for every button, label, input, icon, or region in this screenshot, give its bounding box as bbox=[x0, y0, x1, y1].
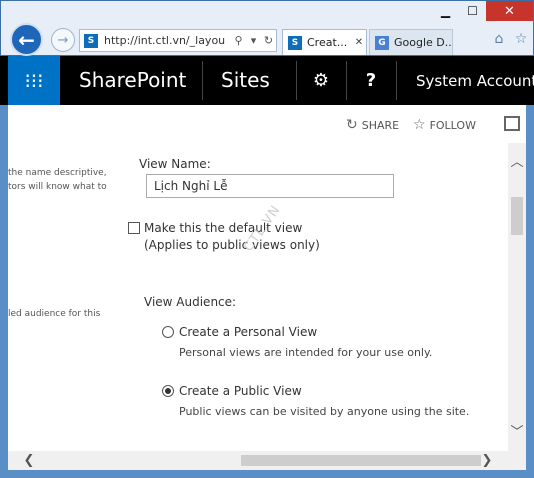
window-frame-left bbox=[0, 105, 8, 478]
divider bbox=[396, 61, 397, 100]
divider bbox=[202, 61, 203, 100]
public-view-radio[interactable] bbox=[162, 385, 174, 397]
forward-button[interactable]: → bbox=[51, 28, 75, 52]
help-icon: ? bbox=[365, 70, 377, 91]
ribbon-actions: ↻ SHARE ☆ FOLLOW bbox=[8, 105, 526, 143]
scroll-right-icon[interactable]: ❯ bbox=[478, 451, 496, 470]
view-name-input[interactable]: Lịch Nghỉ Lễ bbox=[146, 174, 394, 198]
tab-title: Google D... bbox=[394, 36, 452, 49]
browser-chrome: ▁ ☐ ✕ ← → S http://int.ctl.vn/_layou ⚲ ▾… bbox=[0, 0, 534, 56]
view-audience-label: View Audience: bbox=[144, 295, 237, 309]
address-bar[interactable]: S http://int.ctl.vn/_layou ⚲ ▾ ↻ bbox=[79, 29, 277, 52]
settings-button[interactable]: ⚙ bbox=[297, 56, 345, 105]
forward-arrow-icon: → bbox=[57, 32, 69, 48]
default-view-checkbox[interactable] bbox=[128, 222, 140, 234]
gear-icon: ⚙ bbox=[312, 70, 330, 91]
tab-google-docs[interactable]: G Google D... bbox=[369, 29, 453, 55]
window-controls: ▁ ☐ ✕ bbox=[432, 1, 533, 22]
waffle-grid-icon: ⁝⁝⁝ bbox=[24, 68, 44, 93]
window-frame-right bbox=[526, 105, 534, 478]
share-icon: ↻ bbox=[346, 117, 358, 133]
public-view-note: Public views can be visited by anyone us… bbox=[179, 405, 470, 418]
horizontal-scrollbar[interactable]: ❮ ❯ bbox=[8, 451, 508, 470]
scrollbar-corner bbox=[508, 451, 526, 470]
personal-view-note: Personal views are intended for your use… bbox=[179, 346, 433, 359]
close-tab-icon[interactable]: ✕ bbox=[352, 37, 366, 48]
view-name-description: the name descriptive, bbox=[8, 168, 107, 178]
scroll-down-icon[interactable]: ﹀ bbox=[508, 421, 526, 440]
sites-link[interactable]: Sites bbox=[221, 68, 270, 92]
star-icon: ☆ bbox=[413, 117, 426, 133]
default-view-label[interactable]: Make this the default view bbox=[144, 221, 302, 235]
share-button[interactable]: ↻ SHARE bbox=[346, 117, 399, 133]
personal-view-radio[interactable] bbox=[162, 326, 174, 338]
personal-view-label[interactable]: Create a Personal View bbox=[179, 325, 317, 339]
scroll-up-icon[interactable]: ︿ bbox=[508, 151, 526, 170]
refresh-icon[interactable]: ↻ bbox=[261, 34, 276, 47]
view-name-description: tors will know what to bbox=[8, 182, 107, 192]
google-favicon-icon: G bbox=[375, 35, 389, 50]
scroll-left-icon[interactable]: ❮ bbox=[20, 451, 38, 470]
sharepoint-favicon-icon: S bbox=[84, 33, 98, 48]
dropdown-icon[interactable]: ▾ bbox=[246, 34, 261, 47]
vertical-scrollbar[interactable]: ︿ ﹀ bbox=[508, 143, 526, 451]
help-button[interactable]: ? bbox=[347, 56, 395, 105]
favorites-star-icon[interactable]: ☆ bbox=[512, 31, 530, 51]
close-window-button[interactable]: ✕ bbox=[486, 1, 533, 21]
view-name-label: View Name: bbox=[139, 157, 211, 171]
vertical-scroll-thumb[interactable] bbox=[511, 197, 523, 235]
account-menu[interactable]: System Account bbox=[416, 72, 534, 90]
suite-bar: ⁝⁝⁝ SharePoint Sites ⚙ ? System Account bbox=[0, 56, 534, 105]
maximize-button[interactable]: ☐ bbox=[459, 1, 486, 21]
horizontal-scroll-thumb[interactable] bbox=[241, 455, 481, 466]
back-button[interactable]: ← bbox=[10, 23, 43, 56]
create-view-form: the name descriptive, tors will know wha… bbox=[8, 143, 508, 451]
address-url[interactable]: http://int.ctl.vn/_layou bbox=[104, 34, 231, 47]
window-frame-bottom bbox=[0, 470, 534, 478]
tab-title: Creat... bbox=[307, 36, 348, 49]
home-icon[interactable]: ⌂ bbox=[490, 31, 508, 51]
app-launcher-button[interactable]: ⁝⁝⁝ bbox=[8, 56, 60, 105]
audience-description: led audience for this bbox=[8, 309, 101, 319]
sharepoint-brand-link[interactable]: SharePoint bbox=[79, 68, 186, 92]
follow-button[interactable]: ☆ FOLLOW bbox=[413, 117, 476, 133]
focus-on-content-icon[interactable] bbox=[504, 116, 520, 131]
minimize-button[interactable]: ▁ bbox=[432, 1, 459, 21]
new-tab-button[interactable] bbox=[456, 31, 478, 53]
tab-create-view[interactable]: S Creat... ✕ bbox=[282, 29, 367, 55]
follow-label: FOLLOW bbox=[429, 118, 476, 132]
search-icon[interactable]: ⚲ bbox=[231, 34, 246, 47]
sharepoint-favicon-icon: S bbox=[288, 35, 302, 50]
public-view-label[interactable]: Create a Public View bbox=[179, 384, 302, 398]
back-arrow-icon: ← bbox=[18, 27, 35, 52]
share-label: SHARE bbox=[361, 118, 400, 132]
default-view-note: (Applies to public views only) bbox=[144, 238, 320, 252]
